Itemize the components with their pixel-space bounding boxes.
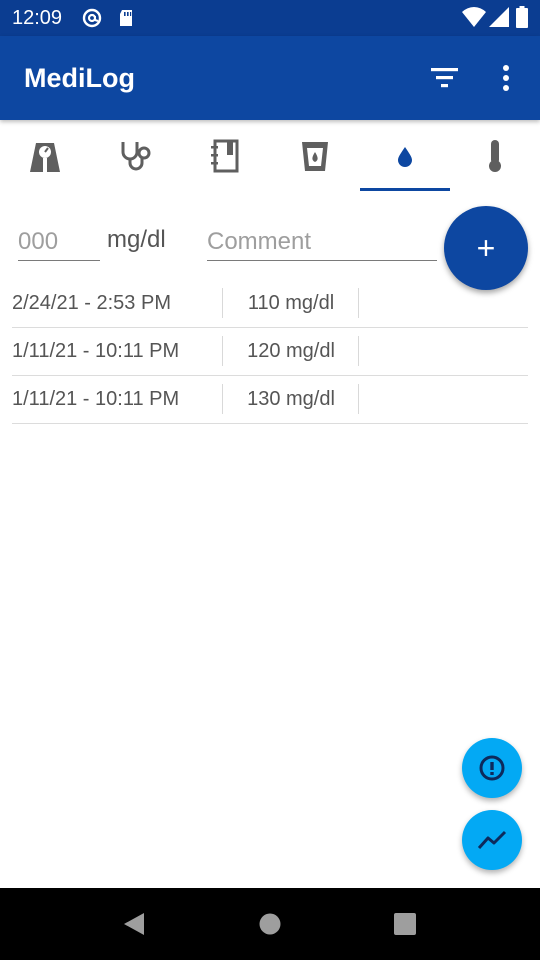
column-divider <box>222 336 223 366</box>
comment-input[interactable] <box>207 224 437 261</box>
column-divider <box>222 384 223 414</box>
info-icon <box>479 755 505 781</box>
list-item[interactable]: 2/24/21 - 2:53 PM 110 mg/dl <box>12 280 528 328</box>
tab-diary[interactable] <box>180 120 270 192</box>
entry-value: 120 mg/dl <box>247 340 335 362</box>
blood-drop-icon <box>398 147 412 167</box>
wifi-icon <box>462 6 486 28</box>
at-sign-icon <box>82 8 102 28</box>
add-entry-button[interactable]: + <box>444 206 528 290</box>
diary-icon <box>211 139 239 173</box>
app-bar: MediLog <box>0 36 540 120</box>
list-item[interactable]: 1/11/21 - 10:11 PM 120 mg/dl <box>12 328 528 376</box>
tab-indicator <box>360 188 450 191</box>
column-divider <box>358 288 359 318</box>
recents-icon[interactable] <box>394 913 416 940</box>
column-divider <box>358 336 359 366</box>
tab-blood-sugar[interactable] <box>360 120 450 192</box>
tab-blood-pressure[interactable] <box>90 120 180 192</box>
entries-list: 2/24/21 - 2:53 PM 110 mg/dl 1/11/21 - 10… <box>12 280 528 424</box>
entry-date: 1/11/21 - 10:11 PM <box>12 340 180 362</box>
trend-chart-icon <box>477 830 507 850</box>
plus-icon: + <box>476 230 496 266</box>
entry-date: 2/24/21 - 2:53 PM <box>12 292 171 314</box>
back-icon[interactable] <box>122 912 146 941</box>
column-divider <box>358 384 359 414</box>
weight-scale-icon <box>30 143 60 172</box>
entry-value: 130 mg/dl <box>247 388 335 410</box>
more-vert-icon[interactable] <box>494 64 518 92</box>
entry-value: 110 mg/dl <box>247 292 335 314</box>
navigation-bar <box>0 888 540 960</box>
unit-label: mg/dl <box>107 226 166 253</box>
home-icon[interactable] <box>259 913 281 940</box>
battery-icon <box>516 6 528 28</box>
tab-weight[interactable] <box>0 120 90 192</box>
status-bar: 12:09 <box>0 0 540 36</box>
tab-bar <box>0 120 540 192</box>
list-item[interactable]: 1/11/21 - 10:11 PM 130 mg/dl <box>12 376 528 424</box>
entry-date: 1/11/21 - 10:11 PM <box>12 388 180 410</box>
chart-button[interactable] <box>462 810 522 870</box>
app-title: MediLog <box>24 63 135 93</box>
filter-icon[interactable] <box>430 66 460 90</box>
tab-water[interactable] <box>270 120 360 192</box>
value-input[interactable] <box>18 224 100 261</box>
thermometer-icon <box>489 140 501 172</box>
stethoscope-icon <box>121 142 151 171</box>
water-glass-icon <box>302 142 328 171</box>
tab-temperature[interactable] <box>450 120 540 192</box>
status-time: 12:09 <box>12 7 63 29</box>
cell-signal-icon <box>488 6 510 28</box>
sd-card-icon <box>116 8 136 28</box>
column-divider <box>222 288 223 318</box>
info-button[interactable] <box>462 738 522 798</box>
